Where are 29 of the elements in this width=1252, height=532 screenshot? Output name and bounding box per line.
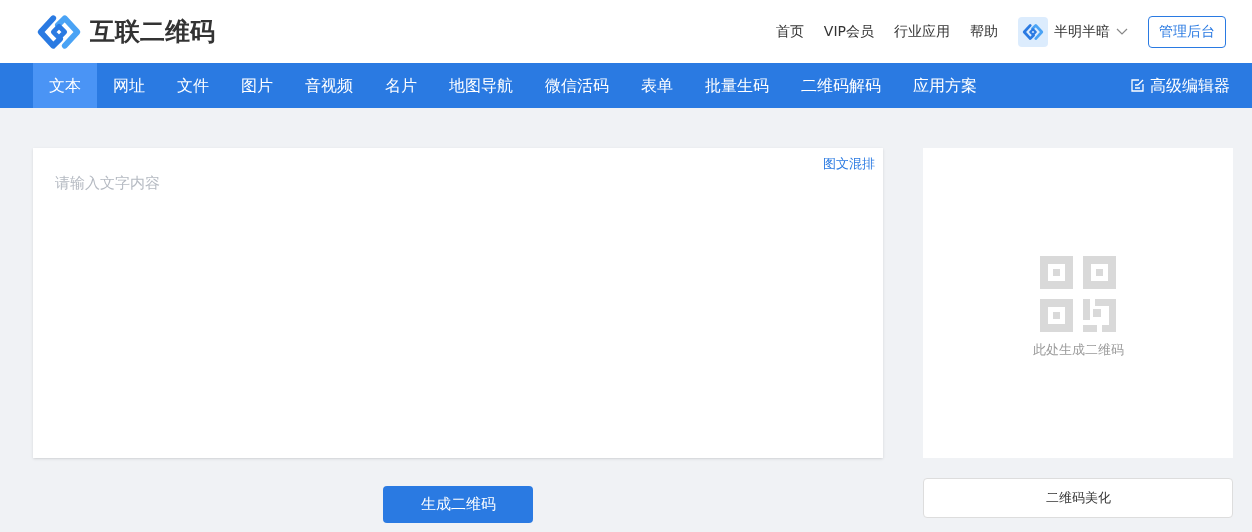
admin-button[interactable]: 管理后台: [1148, 15, 1226, 48]
header-link[interactable]: 行业应用: [894, 21, 950, 42]
nav-tab[interactable]: 二维码解码: [785, 63, 897, 108]
nav-tab[interactable]: 地图导航: [433, 63, 529, 108]
nav-tab[interactable]: 文本: [33, 63, 97, 108]
header-link[interactable]: 首页: [775, 21, 804, 42]
nav-tab[interactable]: 表单: [625, 63, 689, 108]
nav-tab[interactable]: 微信活码: [529, 63, 625, 108]
nav-tab[interactable]: 文件: [161, 63, 225, 108]
generate-button[interactable]: 生成二维码: [383, 486, 533, 523]
nav-tab[interactable]: 应用方案: [897, 63, 993, 108]
edit-icon: [1131, 79, 1144, 92]
header-link[interactable]: 帮助: [970, 21, 998, 42]
advanced-editor-link[interactable]: 高级编辑器: [1131, 63, 1230, 108]
logo-text[interactable]: 互联二维码: [90, 12, 215, 51]
image-text-mix-link[interactable]: 图文混排: [823, 154, 875, 174]
qr-placeholder-text: 此处生成二维码: [1032, 341, 1124, 360]
chevron-down-icon[interactable]: [1116, 27, 1128, 36]
user-avatar[interactable]: [1018, 16, 1048, 47]
beautify-button[interactable]: 二维码美化: [923, 478, 1233, 518]
user-name[interactable]: 半明半暗: [1054, 21, 1110, 42]
nav-tab[interactable]: 批量生码: [689, 63, 785, 108]
qr-code-icon: [1040, 256, 1116, 333]
nav-tab[interactable]: 图片: [225, 63, 289, 108]
nav-tab[interactable]: 名片: [369, 63, 433, 108]
nav-tab[interactable]: 音视频: [289, 63, 369, 108]
header-link[interactable]: VIP会员: [823, 21, 874, 42]
nav-tab[interactable]: 网址: [97, 63, 161, 108]
advanced-editor-label[interactable]: 高级编辑器: [1150, 73, 1230, 98]
